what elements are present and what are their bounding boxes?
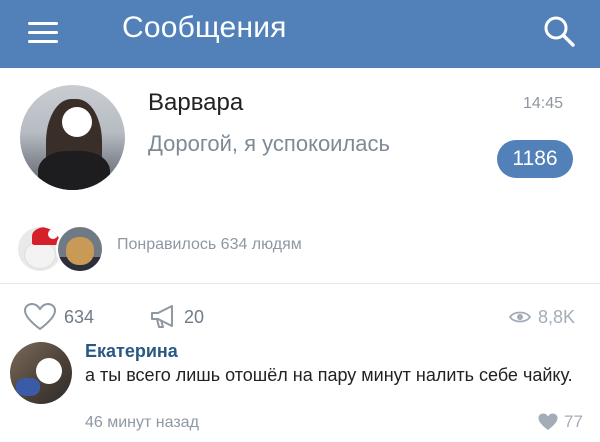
comment-text: а ты всего лишь отошёл на пару минут нал… — [85, 365, 573, 385]
heart-icon — [538, 413, 558, 430]
comment-like-count: 77 — [564, 412, 583, 431]
avatar[interactable] — [10, 342, 72, 404]
dialog-name[interactable]: Варвара — [148, 88, 243, 118]
likes-summary[interactable]: Понравилось 634 людям — [117, 236, 302, 254]
heart-icon — [23, 302, 57, 331]
search-icon[interactable] — [540, 12, 580, 52]
views-counter: 8,8K — [508, 302, 575, 332]
comment-time: 46 минут назад — [85, 414, 199, 431]
megaphone-share-icon — [151, 305, 173, 328]
unread-badge: 1186 — [497, 140, 573, 178]
app-header: Сообщения — [0, 0, 600, 68]
dialog-preview: Дорогой, я успокоилась — [148, 131, 390, 156]
comment-author[interactable]: Екатерина — [85, 340, 178, 362]
liked-by-avatars[interactable] — [16, 225, 106, 273]
avatar[interactable] — [20, 85, 125, 190]
comment-like-button[interactable]: 77 — [537, 412, 583, 432]
share-count: 20 — [184, 306, 205, 327]
divider — [0, 283, 600, 284]
view-count: 8,8K — [538, 306, 576, 327]
hamburger-menu-icon[interactable] — [26, 14, 62, 50]
share-button[interactable]: 20 — [148, 302, 204, 332]
eye-icon — [508, 311, 532, 323]
page-title: Сообщения — [122, 11, 287, 44]
like-count: 634 — [64, 306, 95, 327]
like-button[interactable]: 634 — [22, 302, 94, 332]
dialog-time: 14:45 — [523, 95, 564, 112]
avatar — [56, 225, 104, 273]
